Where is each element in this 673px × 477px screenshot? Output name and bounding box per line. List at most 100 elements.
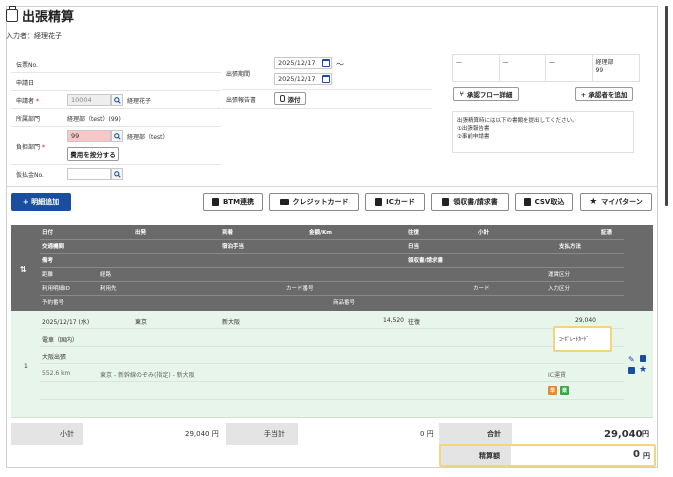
settle-unit: 円	[643, 452, 650, 460]
notice-box: 出張精算時には以下の書類を提出してください。 ①出張報告書 ②事前申請書	[452, 111, 634, 153]
table-header: ⇅ 日付 出発 到着 金額/Km 往復 小計 証憑 交通機関 宿泊手当 日当 支…	[11, 225, 653, 311]
csv-import-button[interactable]: CSV取込	[515, 193, 573, 211]
btm-button[interactable]: BTM連携	[203, 193, 263, 211]
cell-amount: 14,520	[383, 317, 404, 324]
clip-icon	[279, 95, 285, 102]
row-number: 1	[24, 363, 28, 370]
col-product: 商品番号	[333, 300, 356, 306]
settle-value: 0	[633, 449, 640, 460]
briefcase-icon	[6, 6, 18, 22]
col-reservation: 予約番号	[42, 300, 65, 306]
advance-input[interactable]	[67, 168, 111, 180]
slip-no-label: 伝票No.	[16, 62, 38, 69]
cell-date: 2025/12/17 (水)	[42, 319, 90, 326]
col-to: 到着	[222, 230, 234, 236]
my-pattern-button[interactable]: ★ マイパターン	[580, 193, 652, 211]
search-icon	[113, 132, 121, 140]
col-card: カード	[473, 286, 490, 292]
approval-cell: 経理部 99	[595, 59, 614, 74]
file-icon	[523, 198, 531, 206]
col-route: 経路	[100, 272, 112, 278]
vertical-scrollbar[interactable]	[665, 6, 668, 206]
suitcase-icon	[211, 198, 219, 206]
col-roundtrip: 往復	[408, 230, 420, 236]
col-input-type: 入力区分	[548, 286, 571, 292]
cell-to: 新大阪	[222, 319, 241, 326]
col-from: 出発	[135, 230, 147, 236]
burden-dept-search-button[interactable]	[111, 130, 123, 142]
train-icon	[375, 198, 383, 206]
delete-icon[interactable]	[640, 355, 646, 362]
advance-search-button[interactable]	[111, 168, 123, 180]
col-subtotal: 小計	[478, 230, 490, 236]
ic-card-button[interactable]: ICカード	[365, 193, 425, 211]
report-label: 出張報告書	[226, 97, 257, 104]
col-payment: 支払方法	[559, 244, 582, 250]
page-title-text: 出張精算	[22, 10, 75, 25]
edit-icon[interactable]: ✎	[628, 355, 635, 364]
cell-transport: 電車（国内）	[42, 337, 79, 344]
cell-route: 東京 - 新幹線のぞみ(指定) - 新大阪	[100, 372, 195, 379]
page-title: 出張精算	[6, 6, 74, 25]
sort-icon[interactable]: ⇅	[20, 265, 27, 274]
settlement-highlight: 精算額 0 円	[439, 444, 656, 467]
burden-dept-name: 経理部（test）	[127, 134, 169, 141]
subtotal-label: 小計	[60, 430, 74, 438]
copy-icon[interactable]	[628, 367, 635, 374]
cell-from: 東京	[135, 319, 148, 326]
advance-label: 仮払金No.	[16, 172, 44, 179]
star-icon: ★	[589, 197, 598, 207]
applicant-label: 申請者 *	[16, 98, 40, 105]
calendar-icon[interactable]	[322, 75, 330, 83]
attach-button[interactable]: 添付	[274, 92, 306, 105]
col-fare-type: 運賃区分	[548, 272, 571, 278]
col-transport: 交通機関	[42, 244, 65, 250]
cell-roundtrip: 往復	[408, 319, 421, 326]
subtotal-value: 29,040 円	[185, 430, 219, 438]
cell-remark: 大阪出張	[42, 354, 67, 361]
col-daily: 日当	[408, 244, 420, 250]
approval-cell: —	[500, 55, 546, 81]
approval-grid: — — — 経理部 99	[452, 54, 640, 82]
search-icon	[113, 170, 121, 178]
cell-payment: ｺｰﾎﾟﾚｰﾄｶｰﾄﾞ	[559, 337, 590, 343]
total-label: 合計	[487, 430, 501, 438]
dept-label: 所属部門	[16, 116, 41, 123]
col-distance: 距離	[42, 272, 54, 278]
credit-card-button[interactable]: クレジットカード	[269, 193, 359, 211]
receipt-button[interactable]: 領収書/請求書	[431, 193, 509, 211]
burden-dept-input[interactable]: 99	[67, 130, 111, 142]
applicant-search-button[interactable]	[111, 94, 123, 106]
period-separator: 〜	[336, 60, 344, 69]
trip-period-label: 出張期間	[226, 71, 251, 78]
apply-date-label: 申請日	[16, 80, 35, 87]
approval-cell: —	[546, 55, 593, 81]
split-cost-button[interactable]: 費用を按分する	[67, 147, 119, 161]
search-icon	[113, 96, 121, 104]
applicant-code-input[interactable]: 10004	[67, 94, 111, 106]
inputter-label: 入力者：経理花子	[6, 32, 62, 40]
payment-method-highlight: ｺｰﾎﾟﾚｰﾄｶｰﾄﾞ	[553, 326, 612, 352]
add-detail-button[interactable]: + 明細追加	[11, 193, 71, 211]
add-approver-button[interactable]: + 承認者を追加	[575, 87, 633, 101]
col-lodging: 宿泊手当	[222, 244, 245, 250]
col-date: 日付	[42, 230, 54, 236]
col-card-no: カード番号	[286, 286, 314, 292]
approval-flow-button[interactable]: ⑂ 承認フロー詳細	[453, 87, 519, 101]
dept-value: 経理部（test）(99)	[67, 116, 121, 123]
badge-early: 早	[548, 386, 557, 395]
total-value: 29,040	[604, 428, 643, 440]
col-usage-id: 利用明細ID	[42, 286, 70, 292]
col-receipt: 領収書/請求書	[408, 258, 444, 264]
calendar-icon[interactable]	[322, 59, 330, 67]
badge-easy: 楽	[560, 386, 569, 395]
star-icon[interactable]: ★	[639, 365, 647, 375]
allowance-value: 0 円	[420, 430, 434, 438]
cell-fare-type: IC運賃	[548, 372, 566, 379]
receipt-icon	[442, 198, 450, 206]
burden-dept-label: 負担部門 *	[16, 144, 46, 151]
col-voucher: 証憑	[601, 230, 613, 236]
cell-subtotal: 29,040	[575, 317, 596, 324]
settle-label: 精算額	[479, 452, 500, 460]
col-usage-place: 利用先	[100, 286, 117, 292]
